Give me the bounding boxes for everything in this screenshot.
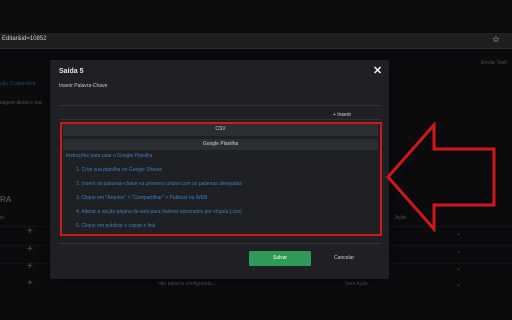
browser-window: Editar&id=10852 ☆ Enviar Testi ção Corpo… [0,0,512,320]
modal-title: Saída 5 [59,68,84,75]
divider [59,243,382,244]
address-bar[interactable]: Editar&id=10852 ☆ [0,33,512,49]
star-icon[interactable]: ☆ [492,34,500,45]
cancel-button[interactable]: Cancelar [320,251,368,266]
divider [59,119,382,120]
insert-button[interactable]: + Inserir [333,112,351,118]
url-text[interactable]: Editar&id=10852 [2,36,47,42]
modal-subtitle: Inserir Palavra-Chave [59,83,108,89]
save-button[interactable]: Salvar [249,251,311,266]
divider [59,105,382,106]
left-arrow-annotation-icon [386,122,496,232]
highlight-annotation-box [60,122,382,236]
close-icon[interactable]: ✕ [373,64,382,77]
